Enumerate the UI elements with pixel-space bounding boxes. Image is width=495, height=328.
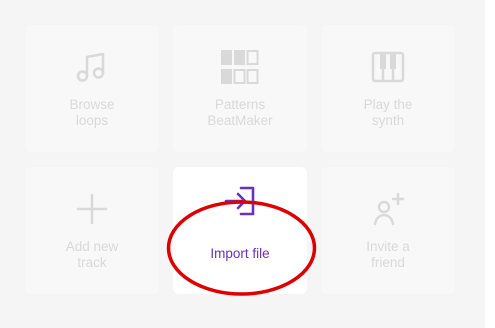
add-new-track-tile[interactable]: Add new track (25, 167, 159, 294)
tile-label: Import file (210, 246, 270, 261)
import-icon (220, 181, 260, 221)
tile-label: Add new track (65, 239, 119, 270)
play-synth-tile[interactable]: Play the synth (321, 25, 455, 152)
browse-loops-tile[interactable]: Browse loops (25, 25, 159, 152)
tile-label: Invite a friend (366, 239, 410, 270)
tile-label: Browse loops (69, 97, 115, 128)
invite-friend-tile[interactable]: Invite a friend (321, 167, 455, 294)
patterns-beatmaker-tile[interactable]: Patterns BeatMaker (173, 25, 307, 152)
quick-actions-panel: Browse loops Patterns BeatMaker Play the… (0, 0, 485, 328)
tile-label: Patterns BeatMaker (207, 97, 273, 128)
import-file-tile[interactable]: Import file (173, 167, 307, 294)
add-person-icon (368, 189, 408, 229)
pattern-grid-icon (220, 47, 260, 87)
music-note-icon (72, 47, 112, 87)
plus-icon (72, 189, 112, 229)
tile-label: Play the synth (363, 97, 413, 128)
piano-keys-icon (368, 47, 408, 87)
